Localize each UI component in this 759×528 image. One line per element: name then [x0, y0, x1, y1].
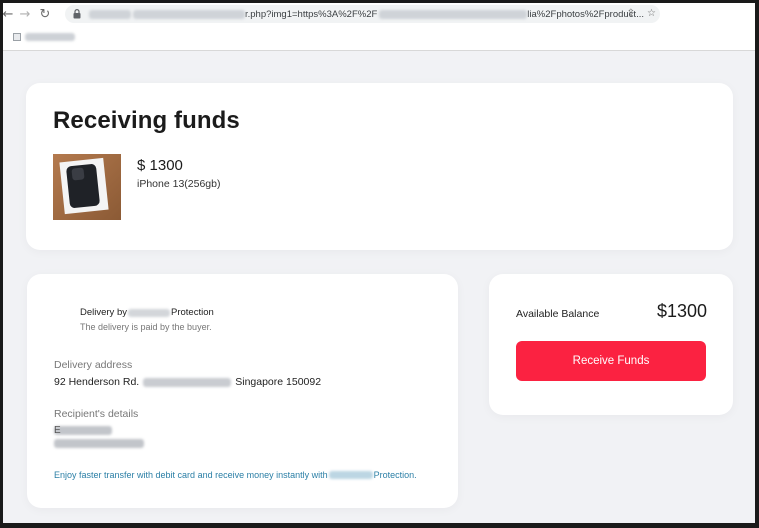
delivery-provider: Delivery by Protection: [80, 307, 214, 318]
product-price: $ 1300: [137, 157, 183, 174]
receiving-funds-card: Receiving funds $ 1300 iPhone 13(256gb): [26, 83, 733, 250]
delivery-by-suffix: Protection: [171, 307, 214, 318]
reload-icon[interactable]: ↻: [35, 4, 55, 24]
recipient-name-redacted: [54, 426, 112, 435]
promo-text-start: Enjoy faster transfer with debit card an…: [54, 470, 328, 480]
browser-window: ← → ↻ r.php?img1=https%3A%2F%2F lia%2Fph…: [3, 3, 755, 523]
product-image: [53, 154, 121, 220]
address-bar[interactable]: r.php?img1=https%3A%2F%2F lia%2Fphotos%2…: [65, 5, 660, 23]
promo-text-end: Protection.: [373, 470, 417, 480]
recipient-phone-redacted: [54, 439, 144, 448]
promo-text: Enjoy faster transfer with debit card an…: [54, 470, 417, 480]
share-icon[interactable]: ⇪: [627, 8, 635, 19]
site-logo[interactable]: [13, 33, 75, 41]
delivery-address-value: 92 Henderson Rd. Singapore 150092: [54, 376, 321, 388]
broken-image-icon: [13, 33, 21, 41]
delivery-address-label: Delivery address: [54, 359, 133, 371]
delivery-by-label: Delivery by: [80, 307, 127, 318]
forward-icon[interactable]: →: [15, 4, 35, 24]
browser-toolbar: ← → ↻ r.php?img1=https%3A%2F%2F lia%2Fph…: [3, 3, 755, 25]
available-balance-value: $1300: [656, 301, 707, 321]
bookmark-star-icon[interactable]: ☆: [647, 8, 656, 19]
url-redacted: [379, 9, 528, 19]
promo-provider-redacted: [328, 471, 373, 479]
logo-redacted: [25, 33, 75, 41]
delivery-details-card: Delivery by Protection The delivery is p…: [27, 274, 458, 508]
provider-name-redacted: [128, 308, 170, 317]
recipient-details-label: Recipient's details: [54, 408, 139, 420]
balance-card: Available Balance $1300 Receive Funds: [489, 274, 733, 415]
available-balance-label: Available Balance: [516, 308, 600, 320]
address-redacted: [143, 377, 232, 387]
back-icon[interactable]: ←: [3, 4, 15, 24]
recipient-name-initial: E: [54, 425, 61, 436]
address-street: 92 Henderson Rd.: [54, 376, 140, 388]
lock-icon: [73, 9, 81, 19]
url-redacted: [133, 9, 245, 19]
site-header: [3, 25, 755, 51]
delivery-note: The delivery is paid by the buyer.: [80, 322, 212, 332]
page-title: Receiving funds: [53, 107, 240, 134]
url-redacted: [89, 9, 131, 19]
address-city: Singapore 150092: [235, 376, 322, 388]
url-text: r.php?img1=https%3A%2F%2F: [245, 8, 378, 20]
receive-funds-button[interactable]: Receive Funds: [516, 341, 706, 381]
product-name: iPhone 13(256gb): [137, 178, 221, 190]
